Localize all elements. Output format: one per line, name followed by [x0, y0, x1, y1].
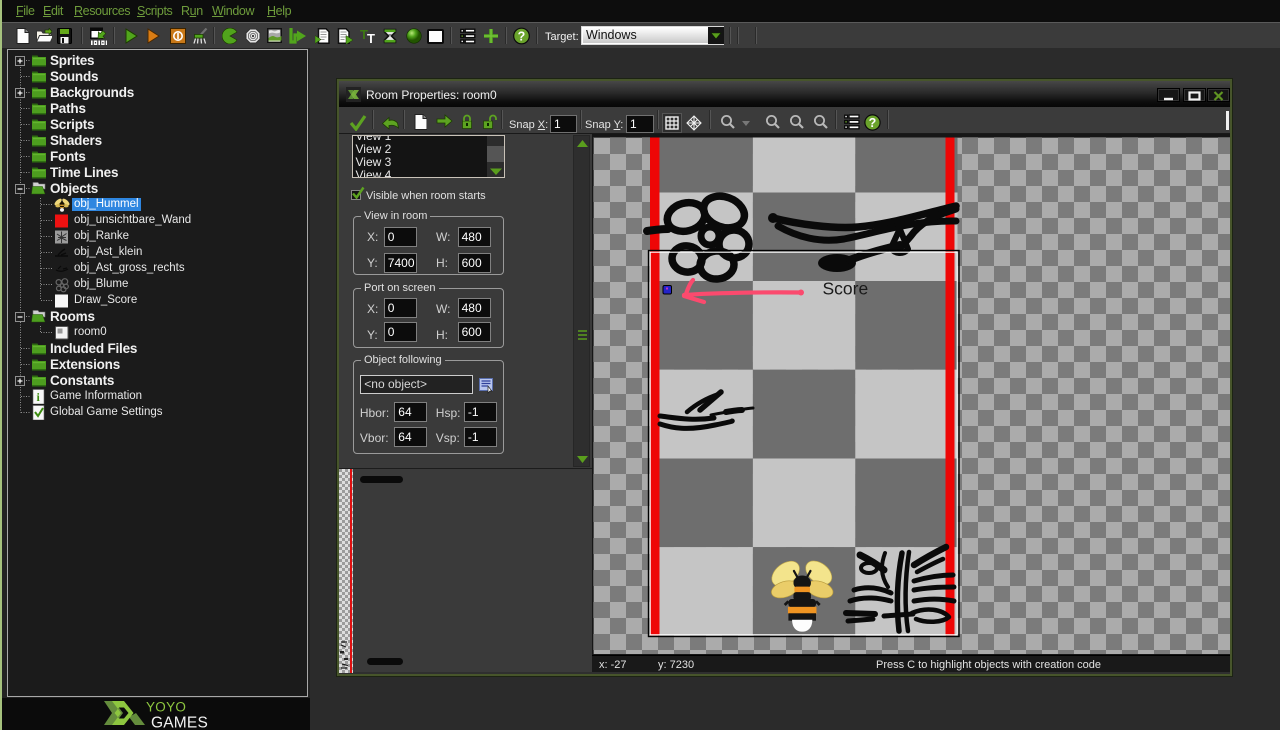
svg-text:GAMES: GAMES	[151, 715, 208, 730]
svg-text:?: ?	[869, 116, 877, 130]
svg-text:?: ?	[518, 30, 526, 44]
svg-text:T: T	[367, 31, 375, 45]
svg-text:YOYO: YOYO	[146, 700, 186, 715]
svg-text:Score: Score	[823, 279, 869, 299]
